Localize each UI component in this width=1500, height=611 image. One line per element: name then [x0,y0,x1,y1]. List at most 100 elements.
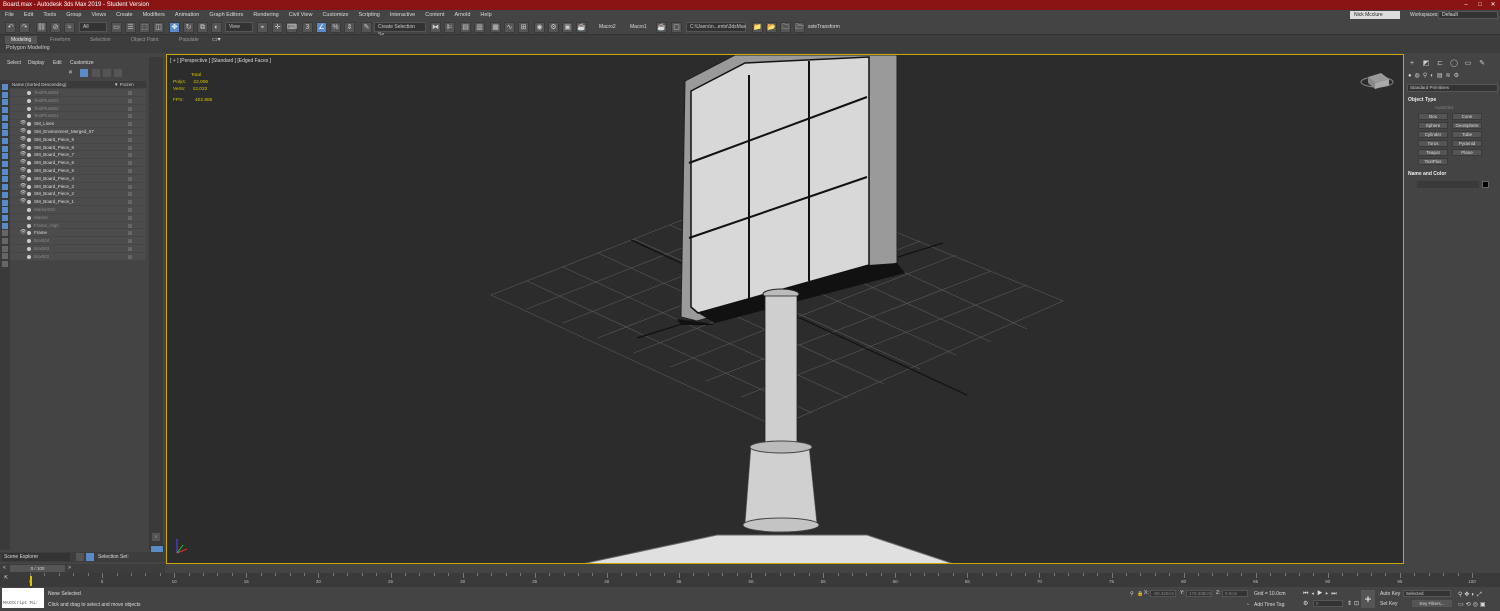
frozen-toggle-icon[interactable] [128,254,132,259]
frozen-toggle-icon[interactable] [128,231,132,236]
eye-icon[interactable]: 👁 [20,144,26,152]
list-item[interactable]: 👁 SM_Board_Piece_3 [10,182,146,191]
list-item[interactable]: 👁 SM_Environment_Merged_07 [10,127,146,136]
frozen-toggle-icon[interactable] [128,215,132,220]
frozen-toggle-icon[interactable] [128,153,132,158]
eye-icon[interactable]: 👁 [20,136,26,144]
isolate-selection-icon[interactable]: ⚲ [1130,591,1134,597]
minimize-button[interactable]: – [1459,0,1473,10]
menu-create[interactable]: Create [111,10,138,20]
schematic-view-icon[interactable]: ⊞ [518,22,529,33]
menu-edit[interactable]: Edit [19,10,38,20]
tab-populate[interactable]: Populate [173,36,205,44]
open-folder-icon[interactable]: 📁 [752,22,763,33]
eye-icon[interactable]: 👁 [20,183,26,191]
object-name-field[interactable] [1417,181,1479,188]
eye-icon[interactable]: 👁 [20,198,26,206]
tube-button[interactable]: Tube [1452,131,1482,138]
menu-civil-view[interactable]: Civil View [284,10,318,20]
pyramid-button[interactable]: Pyramid [1452,140,1482,147]
cylinder-button[interactable]: Cylinder [1418,131,1448,138]
z-coordinate-field[interactable]: 0.0cm [1222,590,1248,597]
time-slider-thumb[interactable]: 0 / 100 [10,565,65,572]
display-filter-icon[interactable] [2,130,8,137]
link-icon[interactable]: ⛓ [36,22,47,33]
toggle-ribbon-icon[interactable]: ▦ [490,22,501,33]
workspace-dropdown[interactable]: Default [1438,11,1498,19]
rendered-frame-window-icon[interactable]: ▣ [562,22,573,33]
ribbon-options-icon[interactable]: ▭▾ [212,36,221,43]
eye-icon[interactable]: 👁 [20,151,26,159]
column-name[interactable]: Name (Sorted Descending) [12,82,67,87]
select-scale-icon[interactable]: ⧉ [197,22,208,33]
auto-key-button[interactable]: Auto Key [1380,591,1400,597]
display-filter-icon[interactable] [2,137,8,144]
filter-icon[interactable] [80,69,88,77]
viewport-nav-icons-bottom[interactable]: ▭⟲◎▣ [1458,601,1488,608]
frozen-toggle-icon[interactable] [128,161,132,166]
menu-content[interactable]: Content [420,10,449,20]
time-slider[interactable]: < 0 / 100 > [0,564,165,573]
maxscript-listener[interactable]: MAXScript Mi: [2,588,44,608]
frozen-toggle-icon[interactable] [128,192,132,197]
menu-tools[interactable]: Tools [38,10,61,20]
select-move-icon[interactable]: ✥ [169,22,180,33]
menu-scripting[interactable]: Scripting [353,10,384,20]
tab-object-paint[interactable]: Object Paint [125,36,164,44]
primitives-dropdown[interactable]: Standard Primitives [1407,84,1498,92]
column-frozen[interactable]: ▼ Frozen [114,81,134,88]
menu-arnold[interactable]: Arnold [449,10,475,20]
tab-freeform[interactable]: Freeform [44,36,76,44]
plane-button[interactable]: Plane [1452,149,1482,156]
object-color-swatch[interactable] [1482,181,1489,188]
key-set-dropdown[interactable]: Selected [1403,590,1451,597]
display-filter-icon[interactable] [2,214,8,221]
toggle-scene-explorer-icon[interactable]: ▤ [460,22,471,33]
macro2-button[interactable]: Macro2 [599,23,616,32]
eye-icon[interactable]: 👁 [20,175,26,183]
display-filter-icon[interactable] [2,230,8,237]
maximize-button[interactable]: □ [1473,0,1487,10]
undo-icon[interactable]: ↶ [5,22,16,33]
eye-icon[interactable]: 👁 [20,159,26,167]
sphere-button[interactable]: Sphere [1418,122,1448,129]
list-item[interactable]: 👁 SM_Board_Piece_4 [10,174,146,183]
align-icon[interactable]: ⊫ [444,22,455,33]
frozen-toggle-icon[interactable] [128,246,132,251]
create-category-icons[interactable]: ●◍⚲◐▤≋⚙ [1408,72,1496,81]
keyboard-shortcut-override-icon[interactable]: ⌨ [286,22,297,33]
mini-curve-editor-icon[interactable]: ⇱ [4,575,8,581]
list-item[interactable]: 👁 SM_Board_Piece_1 [10,198,146,206]
list-item[interactable]: Frame_High [10,221,146,230]
frozen-toggle-icon[interactable] [128,137,132,142]
cone-button[interactable]: Cone [1452,113,1482,120]
geosphere-button[interactable]: GeoSphere [1452,122,1482,129]
menu-group[interactable]: Group [61,10,86,20]
folder-icon-2[interactable]: 📂 [766,22,777,33]
frozen-toggle-icon[interactable] [128,145,132,150]
explorer-menu-edit[interactable]: Edit [53,60,62,66]
add-time-tag[interactable]: Add Time Tag [1254,602,1284,608]
close-button[interactable]: ✕ [1486,0,1500,10]
track-bar[interactable]: ⇱ 05101520253035404550556065707580859095… [0,573,1500,587]
display-filter-icon[interactable] [2,207,8,214]
object-type-heading[interactable]: Object Type [1408,97,1436,103]
select-object-icon[interactable]: ▭ [111,22,122,33]
toggle-layer-explorer-icon[interactable]: ▥ [474,22,485,33]
spinner-snap-icon[interactable]: ⇕ [344,22,355,33]
playback-controls[interactable]: ⏮◂▶▸⏭ [1303,591,1340,598]
list-item[interactable]: TextPlus002 [10,104,146,113]
time-config-icon[interactable]: ⚙ [1303,600,1308,607]
explorer-menu-display[interactable]: Display [28,60,44,66]
angle-snap-icon[interactable]: ∠ [316,22,327,33]
unlink-icon[interactable]: ⊘ [50,22,61,33]
display-filter-icon[interactable] [2,84,8,90]
select-place-icon[interactable]: ◐ [211,22,222,33]
tab-modeling[interactable]: Modeling [5,36,38,44]
user-account[interactable]: Nick Mcclure [1350,11,1400,19]
frozen-toggle-icon[interactable] [128,122,132,127]
list-item[interactable]: 👁 SM_Board_Piece_2 [10,190,146,199]
layers-icon[interactable] [114,69,122,77]
explorer-menu-select[interactable]: Select [7,60,21,66]
explorer-scrollbar[interactable]: › [149,57,163,550]
